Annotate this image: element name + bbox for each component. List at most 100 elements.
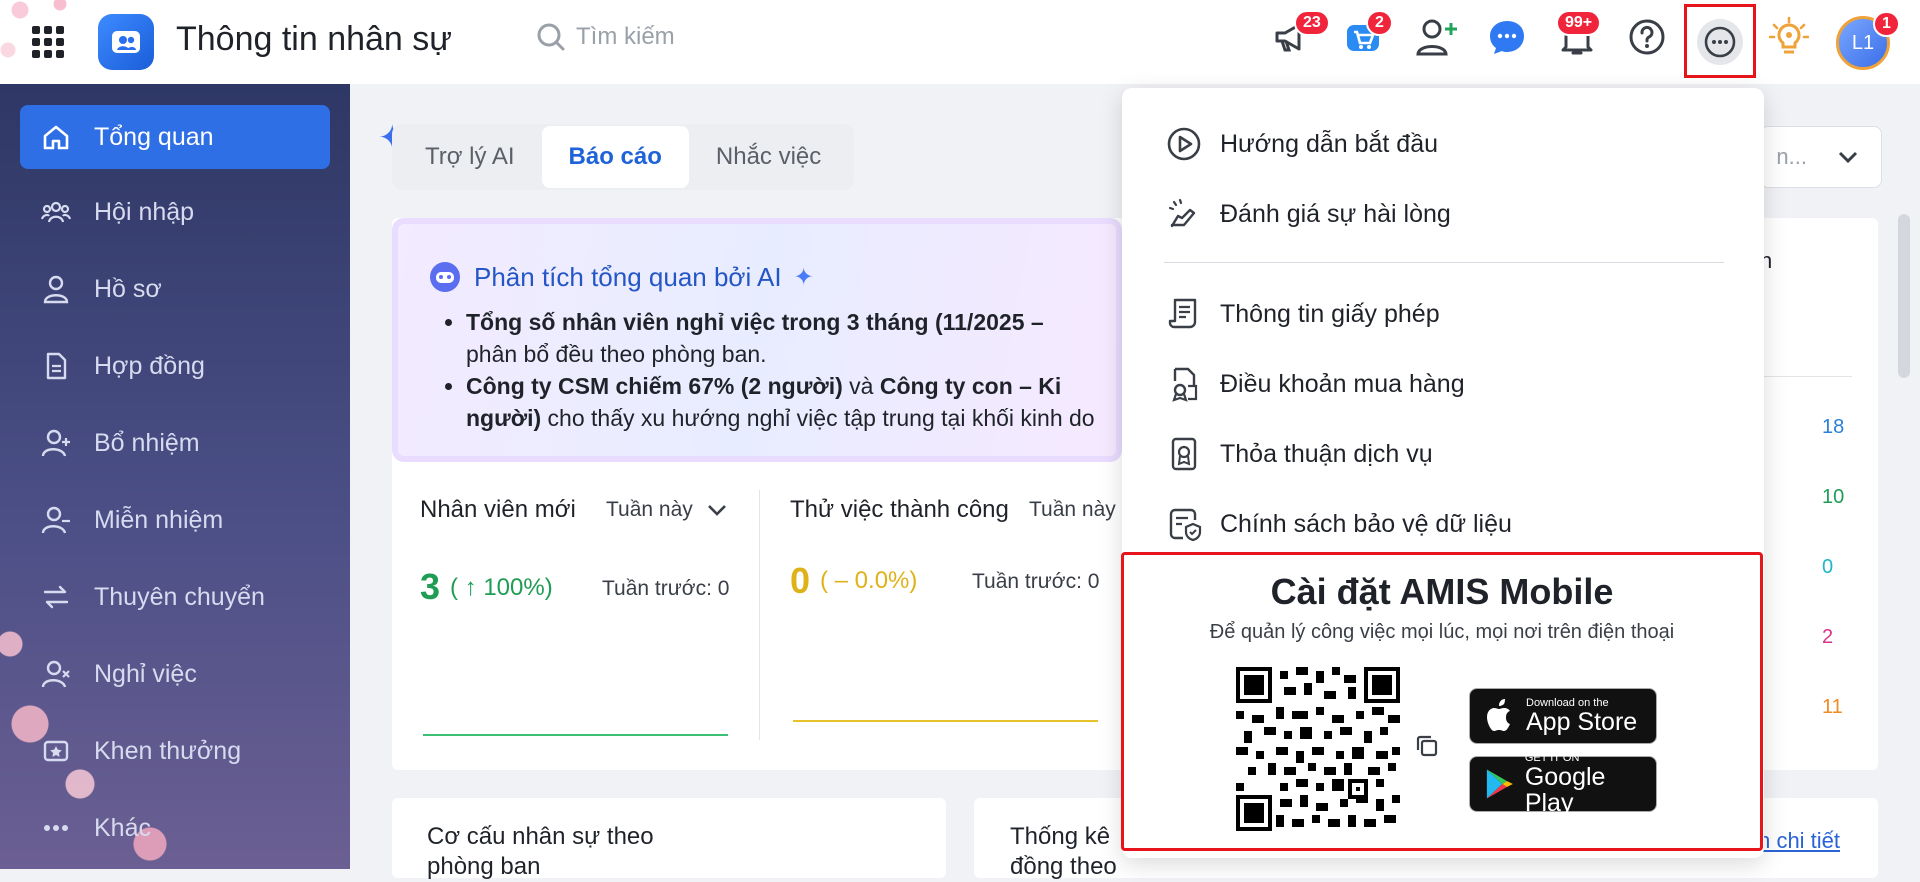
menu-item-label: Hướng dẫn bắt đầu bbox=[1220, 129, 1439, 158]
ai-bullet-bold: Công ty CSM chiếm 67% (2 người) bbox=[466, 373, 843, 399]
home-icon bbox=[40, 121, 72, 153]
tab-reports[interactable]: Báo cáo bbox=[541, 126, 689, 188]
tab-reminders[interactable]: Nhắc việc bbox=[689, 126, 848, 188]
group-icon bbox=[40, 196, 72, 228]
purchase-terms-icon bbox=[1166, 366, 1202, 402]
ai-bullet: Tổng số nhân viên nghỉ việc trong 3 thán… bbox=[466, 306, 1116, 370]
scrollbar-thumb[interactable] bbox=[1898, 214, 1910, 378]
menu-separator bbox=[1164, 262, 1724, 263]
sidebar-item-dismissal[interactable]: Miễn nhiệm bbox=[20, 488, 330, 552]
menu-item-satisfaction[interactable]: Đánh giá sự hài lòng bbox=[1166, 194, 1451, 234]
menu-item-purchase-terms[interactable]: Điều khoản mua hàng bbox=[1166, 364, 1465, 404]
mobile-install-subtitle: Để quản lý công việc mọi lúc, mọi nơi tr… bbox=[1209, 621, 1675, 643]
new-employees-prev: Tuần trước: 0 bbox=[602, 577, 730, 600]
menu-item-label: Đánh giá sự hài lòng bbox=[1220, 199, 1451, 228]
tab-ai-assistant[interactable]: Trợ lý AI bbox=[398, 126, 542, 188]
sidebar-item-contracts[interactable]: Hợp đồng bbox=[20, 334, 330, 398]
sidebar-item-rewards[interactable]: Khen thưởng bbox=[20, 719, 330, 783]
chat-button[interactable] bbox=[1484, 14, 1530, 60]
ai-analysis-bullets: Tổng số nhân viên nghỉ việc trong 3 thán… bbox=[442, 306, 1116, 434]
department-structure-title: Cơ cấu nhân sự theo phòng ban bbox=[427, 822, 654, 882]
menu-item-getting-started[interactable]: Hướng dẫn bắt đầu bbox=[1166, 124, 1438, 164]
help-button[interactable] bbox=[1624, 14, 1670, 60]
app-grid-icon[interactable] bbox=[32, 26, 64, 58]
cart-button[interactable]: 2 bbox=[1340, 10, 1393, 60]
menu-item-label: Thỏa thuận dịch vụ bbox=[1220, 439, 1433, 468]
period-select[interactable]: n... bbox=[1760, 126, 1882, 188]
right-panel-value: 0 bbox=[1822, 556, 1834, 578]
people-card-icon bbox=[112, 31, 140, 53]
search-box[interactable]: Tìm kiếm bbox=[536, 22, 675, 52]
sidebar-item-label: Hội nhập bbox=[94, 197, 195, 226]
ai-bullet: Công ty CSM chiếm 67% (2 người) và Công … bbox=[466, 370, 1116, 434]
avatar-initials: L1 bbox=[1851, 31, 1875, 54]
period-select-value: n... bbox=[1776, 144, 1807, 169]
ai-bullet-text: phân bổ đều theo phòng ban. bbox=[466, 341, 767, 367]
ai-bullet-bold: người) bbox=[466, 405, 542, 431]
ai-bullet-bold: Công ty con – Ki bbox=[879, 373, 1062, 399]
card-title-line: đồng theo bbox=[1010, 853, 1117, 880]
person-icon bbox=[40, 273, 72, 305]
probation-change: ( – 0.0%) bbox=[820, 567, 918, 594]
probation-trend-line bbox=[793, 720, 1098, 722]
copy-icon[interactable] bbox=[1414, 733, 1440, 759]
ai-bot-icon bbox=[430, 262, 460, 292]
idea-icon bbox=[1769, 17, 1809, 54]
menu-item-license[interactable]: Thông tin giấy phép bbox=[1166, 294, 1440, 334]
ai-bullet-text: cho thấy xu hướng nghỉ việc tập trung tạ… bbox=[541, 405, 1095, 431]
sidebar-item-transfer[interactable]: Thuyên chuyển bbox=[20, 565, 330, 629]
announcement-badge: 23 bbox=[1294, 10, 1330, 36]
sidebar-item-profile[interactable]: Hồ sơ bbox=[20, 257, 330, 321]
menu-item-data-protection[interactable]: Chính sách bảo vệ dữ liệu bbox=[1166, 504, 1512, 544]
add-user-icon bbox=[1416, 19, 1457, 56]
sidebar-item-label: Hồ sơ bbox=[94, 274, 162, 303]
sidebar-item-other[interactable]: Khác bbox=[20, 796, 330, 860]
right-panel-value: 2 bbox=[1822, 626, 1834, 648]
ai-bullet-bold: Tổng số nhân viên nghỉ việc trong 3 thán… bbox=[466, 309, 1044, 335]
card-title-line: Thống kê bbox=[1010, 823, 1111, 850]
sidebar-item-onboarding[interactable]: Hội nhập bbox=[20, 180, 330, 244]
user-avatar[interactable]: L1 1 bbox=[1836, 11, 1900, 70]
play-circle-icon bbox=[1166, 126, 1202, 162]
notification-badge: 99+ bbox=[1556, 10, 1602, 36]
person-plus-icon bbox=[40, 427, 72, 459]
probation-period-select[interactable]: Tuần này bbox=[1029, 498, 1116, 522]
app-store-button[interactable]: Download on the App Store bbox=[1469, 688, 1657, 744]
announcement-button[interactable]: 23 bbox=[1268, 10, 1330, 60]
contract-stats-title: Thống kê đồng theo bbox=[1010, 822, 1117, 882]
chevron-down-icon bbox=[707, 505, 726, 516]
search-placeholder: Tìm kiếm bbox=[576, 23, 675, 50]
dots-icon bbox=[40, 812, 72, 844]
sidebar-item-label: Thuyên chuyển bbox=[94, 582, 265, 611]
add-user-button[interactable] bbox=[1414, 14, 1460, 60]
ai-analysis-box: Phân tích tổng quan bởi AI ✦ Tổng số nhâ… bbox=[392, 218, 1122, 462]
idea-button[interactable] bbox=[1766, 14, 1812, 60]
more-button[interactable] bbox=[1697, 19, 1743, 65]
person-minus-icon bbox=[40, 504, 72, 536]
menu-item-label: Điều khoản mua hàng bbox=[1220, 369, 1465, 398]
right-panel-divider bbox=[1760, 376, 1852, 377]
stat-divider bbox=[759, 490, 760, 740]
chevron-down-icon bbox=[1838, 151, 1858, 164]
google-play-button[interactable]: GET IT ON Google Play bbox=[1469, 752, 1657, 816]
sidebar-item-label: Bổ nhiệm bbox=[94, 428, 200, 457]
rating-hand-icon bbox=[1166, 196, 1202, 232]
card-title-line: phòng ban bbox=[427, 853, 541, 880]
menu-item-service-agreement[interactable]: Thỏa thuận dịch vụ bbox=[1166, 434, 1433, 474]
tab-bar: Trợ lý AI Báo cáo Nhắc việc bbox=[392, 124, 855, 190]
top-bar: Thông tin nhân sự Tìm kiếm 23 2 99+ L1 1 bbox=[0, 0, 1920, 84]
sidebar-item-label: Miễn nhiệm bbox=[94, 505, 224, 534]
ai-bullet-text: và bbox=[842, 373, 880, 399]
app-store-text: Download on the App Store bbox=[1526, 697, 1637, 735]
notification-button[interactable]: 99+ bbox=[1554, 10, 1602, 60]
avatar-badge: 1 bbox=[1873, 11, 1900, 37]
google-play-text: GET IT ON Google Play bbox=[1525, 752, 1656, 816]
sidebar-item-appointment[interactable]: Bổ nhiệm bbox=[20, 411, 330, 475]
google-play-icon bbox=[1486, 769, 1513, 799]
view-detail-link[interactable]: m chi tiết bbox=[1752, 828, 1840, 854]
sidebar-item-overview[interactable]: Tổng quan bbox=[20, 105, 330, 169]
data-protection-icon bbox=[1166, 506, 1202, 542]
app-logo[interactable] bbox=[98, 14, 154, 70]
sidebar-item-resignation[interactable]: Nghỉ việc bbox=[20, 642, 330, 706]
new-employees-period-select[interactable]: Tuần này bbox=[606, 498, 727, 522]
